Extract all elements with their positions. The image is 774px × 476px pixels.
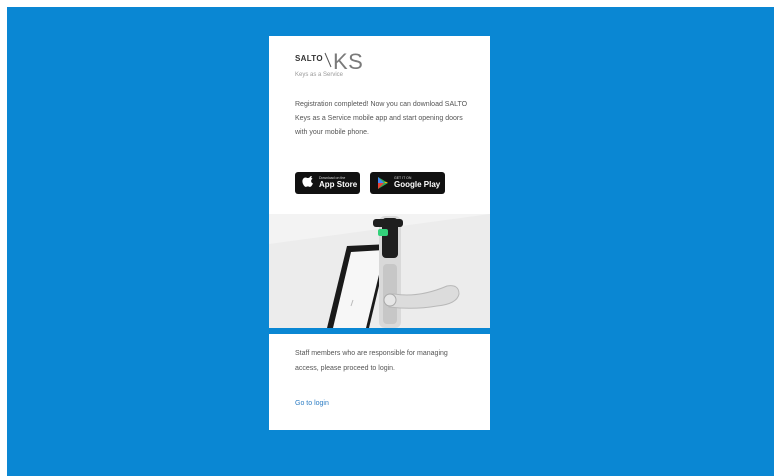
- logo-slash-icon: [324, 52, 332, 68]
- salto-ks-logo: SALTO KS Keys as a Service: [295, 49, 415, 78]
- google-play-button[interactable]: GET IT ON Google Play: [370, 172, 445, 194]
- registration-card: SALTO KS Keys as a Service Registration …: [269, 36, 490, 328]
- staff-message: Staff members who are responsible for ma…: [295, 350, 448, 372]
- google-play-label: Google Play: [394, 179, 441, 189]
- registration-message: Registration completed! Now you can down…: [295, 101, 468, 136]
- staff-card: Staff members who are responsible for ma…: [269, 334, 490, 430]
- app-store-button[interactable]: Download on the App Store: [295, 172, 360, 194]
- go-to-login-link[interactable]: Go to login: [295, 400, 329, 407]
- logo-brand: SALTO: [295, 54, 323, 63]
- apple-icon: [302, 176, 313, 187]
- logo-tagline: Keys as a Service: [295, 72, 344, 78]
- smart-lock-illustration: [269, 214, 490, 328]
- google-play-icon: [378, 177, 388, 189]
- app-store-label: App Store: [319, 179, 358, 189]
